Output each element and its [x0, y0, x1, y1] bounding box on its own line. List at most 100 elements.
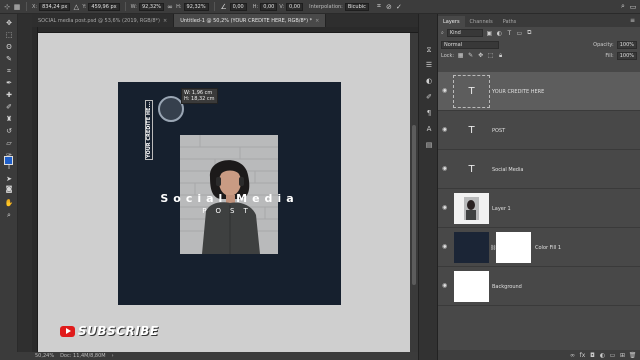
lock-paint-icon[interactable]: ✎ [467, 52, 474, 59]
interpolation-select[interactable]: Bicubic [344, 2, 369, 11]
link-icon[interactable]: ∞ [166, 3, 174, 11]
close-icon[interactable]: × [315, 18, 319, 24]
filter-shape-icon[interactable]: ▭ [516, 30, 523, 37]
filter-pixel-icon[interactable]: ▣ [486, 30, 493, 37]
cancel-transform-icon[interactable]: ⊘ [385, 3, 393, 11]
clone-stamp-icon[interactable]: ♜ [3, 114, 15, 124]
tab-channels[interactable]: Channels [465, 16, 498, 27]
reference-point-icon[interactable]: ▦ [13, 3, 21, 11]
history-brush-icon[interactable]: ↺ [3, 126, 15, 136]
doc-tab-untitled[interactable]: Untitled-1 @ 50,2% (YOUR CREDITE HERE, R… [174, 14, 327, 27]
doc-tab-label: SOCIAL media post.psd @ 53,6% (2019, RGB… [38, 17, 160, 24]
layer-filter-row: ⌕ Kind ▣ ◐ T ▭ ⧉ [438, 27, 640, 39]
search-icon[interactable]: ⌕ [619, 2, 627, 11]
doc-tab-social-media[interactable]: SOCIAL media post.psd @ 53,6% (2019, RGB… [32, 14, 175, 27]
character-panel-icon[interactable]: A [424, 124, 434, 133]
delete-layer-icon[interactable]: 🗑︎ [629, 352, 637, 359]
layer-row[interactable]: ◉ T YOUR CREDITE HERE [438, 72, 640, 111]
path-select-icon[interactable]: ➤ [3, 174, 15, 184]
filter-smart-icon[interactable]: ⧉ [526, 29, 533, 37]
filter-adjust-icon[interactable]: ◐ [496, 30, 503, 37]
paragraph-panel-icon[interactable]: ¶ [424, 108, 434, 117]
transform-reference-icon[interactable]: ⊹ [3, 3, 11, 11]
layer-row[interactable]: ◉ T Social Media [438, 150, 640, 189]
layer-row[interactable]: ◉ ⛓︎ Color Fill 1 [438, 228, 640, 267]
delta-icon[interactable]: △ [72, 3, 80, 11]
move-tool-icon[interactable]: ✥ [3, 18, 15, 28]
tools-panel: ✥ ⬚ ʘ ✎ ⌗ ✒ ✚ ✐ ♜ ↺ ▱ ✑ T ➤ ▭ ✋ ⌕ ◙ [0, 14, 18, 352]
libraries-panel-icon[interactable]: ▤ [424, 140, 434, 149]
layer-name[interactable]: Background [492, 284, 522, 290]
v-skew-field[interactable]: 0,00 [286, 2, 304, 11]
collapsed-panel [18, 14, 32, 352]
eyedropper-icon[interactable]: ✒ [3, 78, 15, 88]
layer-row[interactable]: ◉ Background [438, 267, 640, 306]
lock-artboard-icon[interactable]: ⬚ [487, 52, 494, 59]
layer-name[interactable]: POST [492, 128, 505, 134]
commit-transform-icon[interactable]: ✓ [395, 3, 403, 11]
tab-layers[interactable]: Layers [438, 16, 465, 27]
add-mask-icon[interactable]: ◘ [589, 352, 596, 359]
lock-all-icon[interactable]: 🔒︎ [497, 52, 504, 59]
new-group-icon[interactable]: ▭ [609, 352, 616, 359]
visibility-eye-icon[interactable]: ◉ [442, 205, 449, 211]
brush-tool-icon[interactable]: ✐ [3, 102, 15, 112]
foreground-color-swatch[interactable] [4, 156, 13, 165]
brush-panel-icon[interactable]: ✐ [424, 92, 434, 101]
blend-mode-select[interactable]: Normal [441, 40, 499, 49]
scroll-thumb[interactable] [412, 125, 416, 285]
visibility-eye-icon[interactable]: ◉ [442, 88, 449, 94]
link-layers-icon[interactable]: ∞ [569, 352, 576, 359]
healing-brush-icon[interactable]: ✚ [3, 90, 15, 100]
width-field[interactable]: 92,32% [138, 2, 165, 11]
x-field[interactable]: 834,24 px [39, 2, 71, 11]
visibility-eye-icon[interactable]: ◉ [442, 283, 449, 289]
warp-icon[interactable]: ⌗ [375, 2, 383, 11]
eraser-icon[interactable]: ▱ [3, 138, 15, 148]
layer-style-icon[interactable]: fx [579, 352, 586, 359]
layer-mask-thumbnail[interactable] [496, 232, 531, 263]
properties-panel-icon[interactable]: ☰ [424, 60, 434, 69]
visibility-eye-icon[interactable]: ◉ [442, 244, 449, 250]
history-panel-icon[interactable]: ⧖ [424, 46, 434, 55]
zoom-tool-icon[interactable]: ⌕ [3, 210, 15, 220]
adjustment-layer-icon[interactable]: ◐ [599, 352, 606, 359]
y-field[interactable]: 459,96 px [88, 2, 120, 11]
angle-field[interactable]: 0,00 [229, 2, 247, 11]
fill-field[interactable]: 100% [616, 51, 637, 60]
lock-pixels-icon[interactable]: ▦ [457, 52, 464, 59]
title-text-layer[interactable]: Social Media [118, 192, 341, 205]
filter-kind-select[interactable]: Kind [446, 29, 483, 37]
adjustments-panel-icon[interactable]: ◐ [424, 76, 434, 85]
zoom-level[interactable]: 50,24% [32, 353, 57, 359]
layer-name[interactable]: Social Media [492, 167, 523, 173]
tab-paths[interactable]: Paths [498, 16, 522, 27]
new-layer-icon[interactable]: ⊞ [619, 352, 626, 359]
marquee-tool-icon[interactable]: ⬚ [3, 30, 15, 40]
layer-row[interactable]: ◉ Layer 1 [438, 189, 640, 228]
layer-name[interactable]: Color Fill 1 [535, 245, 561, 251]
crop-tool-icon[interactable]: ⌗ [3, 66, 15, 76]
text-layer-thumbnail-icon: T [468, 164, 475, 175]
credit-text-layer[interactable]: YOUR CREDITE HE... [145, 99, 153, 160]
h-skew-field[interactable]: 0,00 [260, 2, 278, 11]
height-field[interactable]: 92,32% [183, 2, 209, 11]
status-arrow-icon[interactable]: › [109, 353, 117, 359]
close-icon[interactable]: × [163, 18, 167, 24]
quick-select-icon[interactable]: ✎ [3, 54, 15, 64]
layer-name[interactable]: Layer 1 [492, 206, 511, 212]
lasso-tool-icon[interactable]: ʘ [3, 42, 15, 52]
hand-tool-icon[interactable]: ✋ [3, 198, 15, 208]
visibility-eye-icon[interactable]: ◉ [442, 166, 449, 172]
lock-position-icon[interactable]: ✥ [477, 52, 484, 59]
workspace-icon[interactable]: ▭ [629, 3, 637, 11]
opacity-field[interactable]: 100% [616, 40, 637, 49]
post-text-layer[interactable]: POST [118, 207, 341, 215]
layer-row[interactable]: ◉ T POST [438, 111, 640, 150]
vertical-scrollbar[interactable] [410, 33, 418, 352]
quick-mask-icon[interactable]: ◙ [3, 184, 15, 194]
layer-name[interactable]: YOUR CREDITE HERE [492, 89, 544, 95]
panel-menu-icon[interactable]: ≡ [629, 17, 636, 24]
filter-type-icon[interactable]: T [506, 30, 513, 37]
visibility-eye-icon[interactable]: ◉ [442, 127, 449, 133]
